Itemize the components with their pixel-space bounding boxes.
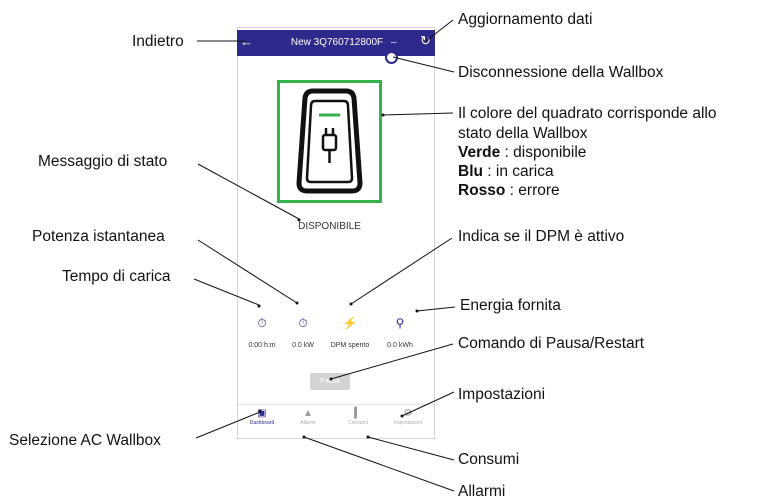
label-verde: Verde — [458, 144, 501, 161]
annotation-disconnessione: Disconnessione della Wallbox — [458, 64, 664, 81]
annotation-indietro: Indietro — [132, 33, 184, 50]
annotation-messaggio: Messaggio di stato — [38, 153, 168, 170]
label-rosso: Rosso — [458, 182, 506, 199]
annotation-allarmi: Allarmi — [458, 483, 506, 500]
annotation-verde: Verde : disponibile — [458, 143, 586, 162]
annotation-energia: Energia fornita — [460, 297, 561, 314]
annotation-pausa: Comando di Pausa/Restart — [458, 335, 645, 352]
annotation-tempo: Tempo di carica — [62, 268, 171, 285]
annotation-selezione: Selezione AC Wallbox — [9, 432, 161, 449]
label-blu: Blu — [458, 163, 483, 180]
desc-verde: : disponibile — [500, 144, 587, 161]
annotation-potenza: Potenza istantanea — [32, 228, 165, 245]
annotation-dpm: Indica se il DPM è attivo — [458, 228, 625, 245]
desc-rosso: : errore — [505, 182, 560, 199]
desc-blu: : in carica — [482, 163, 554, 180]
annotation-colore-2: stato della Wallbox — [458, 125, 588, 142]
annotation-colore-1: Il colore del quadrato corrisponde allo — [458, 105, 717, 122]
annotation-blu: Blu : in carica — [458, 162, 554, 181]
callout-lines — [193, 19, 456, 492]
annotation-consumi: Consumi — [458, 451, 520, 468]
annotation-rosso: Rosso : errore — [458, 181, 560, 200]
annotation-aggiornamento: Aggiornamento dati — [458, 11, 593, 28]
annotation-impostazioni: Impostazioni — [458, 386, 546, 403]
